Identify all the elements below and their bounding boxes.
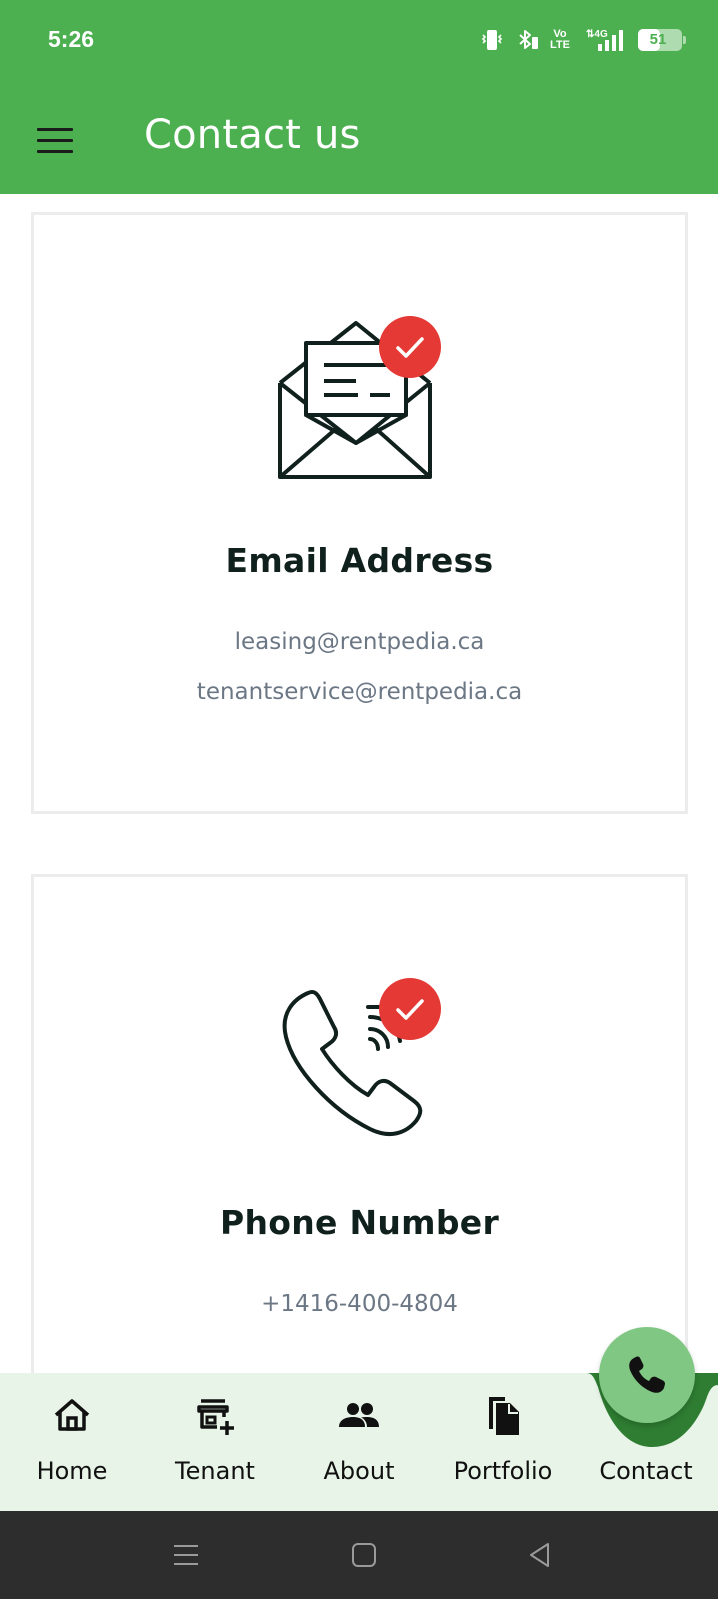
contact-fab-button[interactable]: [599, 1327, 695, 1423]
envelope-check-icon: [278, 316, 441, 479]
nav-label-tenant: Tenant: [175, 1457, 255, 1485]
vibrate-icon: [480, 27, 504, 53]
nav-label-home: Home: [36, 1457, 108, 1485]
battery-icon: 51: [638, 29, 686, 51]
nav-item-home[interactable]: Home: [0, 1373, 144, 1511]
page-title: Contact us: [144, 112, 361, 158]
phone-icon: [629, 1356, 665, 1393]
signal-icon: ⇅4G: [584, 27, 628, 53]
people-icon: [339, 1403, 379, 1427]
system-home-icon[interactable]: [342, 1533, 386, 1577]
app-header: 5:26 Vo LTE ⇅4G 51 Contact us: [0, 0, 718, 194]
nav-label-contact: Contact: [599, 1457, 693, 1485]
svg-text:⇅4G: ⇅4G: [586, 29, 608, 40]
system-navigation-bar: [0, 1511, 718, 1599]
documents-icon: [489, 1397, 519, 1435]
hamburger-menu-icon[interactable]: [30, 118, 82, 162]
phone-number-link[interactable]: +1416-400-4804: [34, 1291, 685, 1317]
nav-label-about: About: [323, 1457, 395, 1485]
storefront-add-icon: [197, 1399, 234, 1435]
nav-item-tenant[interactable]: Tenant: [143, 1373, 287, 1511]
nav-item-about[interactable]: About: [287, 1373, 431, 1511]
email-card: Email Address leasing@rentpedia.ca tenan…: [31, 212, 688, 814]
status-time: 5:26: [48, 26, 95, 52]
phone-heading: Phone Number: [219, 1203, 500, 1242]
bluetooth-icon: [514, 27, 540, 53]
email-tenantservice-link[interactable]: tenantservice@rentpedia.ca: [34, 679, 685, 705]
phone-card: Phone Number +1416-400-4804: [31, 874, 688, 1374]
nav-label-portfolio: Portfolio: [453, 1457, 553, 1485]
recent-apps-icon[interactable]: [164, 1533, 208, 1577]
battery-level: 51: [649, 31, 667, 48]
back-icon[interactable]: [518, 1533, 562, 1577]
status-icons: Vo LTE ⇅4G 51: [480, 24, 686, 56]
email-leasing-link[interactable]: leasing@rentpedia.ca: [34, 629, 685, 655]
email-heading: Email Address: [225, 541, 494, 580]
home-icon: [54, 1399, 90, 1431]
volte-icon: Vo LTE: [550, 28, 570, 51]
phone-check-icon: [282, 978, 441, 1137]
